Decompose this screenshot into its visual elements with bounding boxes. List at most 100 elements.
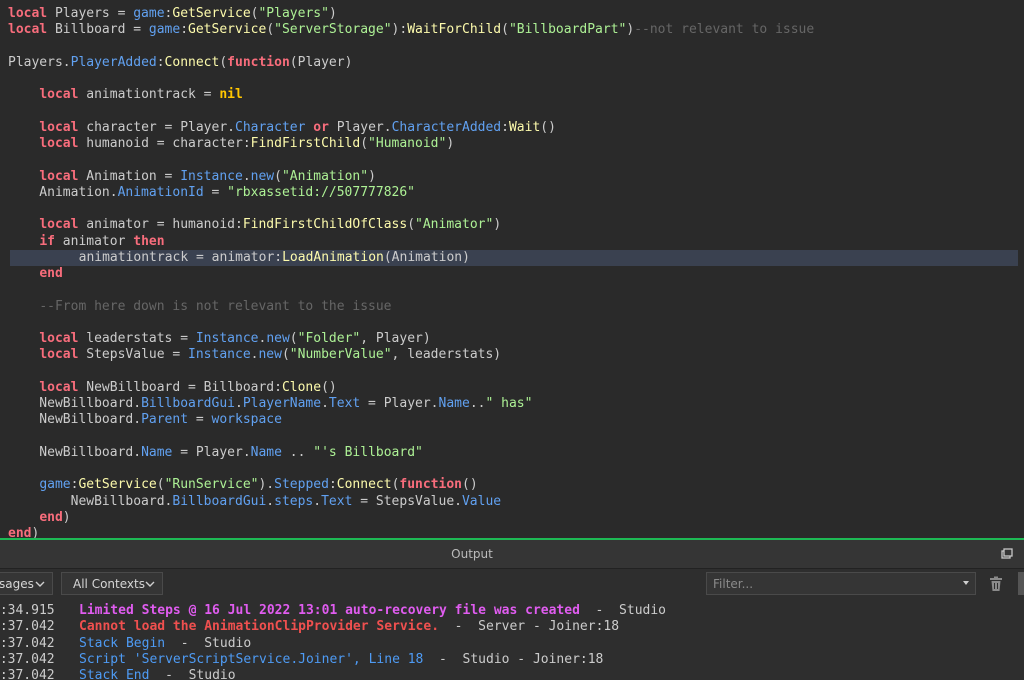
- log-entry[interactable]: 1:37.042 Cannot load the AnimationClipPro…: [0, 619, 1024, 635]
- messages-dropdown[interactable]: sages: [0, 572, 53, 595]
- code-line[interactable]: NewBillboard.Parent = workspace: [0, 412, 1024, 428]
- code-line[interactable]: local animator = humanoid:FindFirstChild…: [0, 217, 1024, 233]
- code-token: ): [368, 168, 376, 184]
- code-line[interactable]: [0, 201, 1024, 217]
- output-toolbar: sages All Contexts: [0, 569, 1024, 599]
- code-line[interactable]: local NewBillboard = Billboard:Clone(): [0, 380, 1024, 396]
- code-token: (): [462, 477, 478, 493]
- log-message-text: Script 'ServerScriptService.Joiner', Lin…: [79, 651, 424, 667]
- code-line[interactable]: [0, 71, 1024, 87]
- code-line[interactable]: [0, 429, 1024, 445]
- code-token: leaderstats =: [78, 331, 196, 346]
- code-token: GetService: [172, 6, 251, 21]
- code-line[interactable]: local character = Player.Character or Pl…: [0, 120, 1024, 136]
- code-line[interactable]: [0, 39, 1024, 55]
- code-token: "Humanoid": [368, 136, 447, 151]
- log-timestamp: 1:37.042: [0, 668, 55, 680]
- code-line[interactable]: [0, 364, 1024, 380]
- code-token: ): [446, 136, 455, 151]
- code-line[interactable]: local Billboard = game:GetService("Serve…: [0, 22, 1024, 38]
- code-line[interactable]: end: [0, 266, 1024, 282]
- code-line[interactable]: end): [0, 510, 1024, 526]
- log-entry[interactable]: 1:37.042 Stack Begin - Studio: [0, 636, 1024, 652]
- code-line[interactable]: end): [0, 526, 1024, 538]
- code-line[interactable]: [0, 282, 1024, 298]
- code-line[interactable]: local StepsValue = Instance.new("NumberV…: [0, 347, 1024, 363]
- log-entry[interactable]: 1:37.042 Script 'ServerScriptService.Join…: [0, 652, 1024, 668]
- code-line[interactable]: local leaderstats = Instance.new("Folder…: [0, 331, 1024, 347]
- code-line[interactable]: [0, 152, 1024, 168]
- code-line[interactable]: [0, 104, 1024, 120]
- code-line[interactable]: local Animation = Instance.new("Animatio…: [0, 169, 1024, 185]
- code-line-text: end: [0, 266, 62, 281]
- code-editor[interactable]: local Players = game:GetService("Players…: [0, 0, 1024, 538]
- code-line[interactable]: NewBillboard.BillboardGui.steps.Text = S…: [0, 494, 1024, 510]
- code-token: ..: [281, 444, 314, 460]
- log-entry[interactable]: 1:34.915 Limited Steps @ 16 Jul 2022 13:0…: [0, 603, 1024, 619]
- code-line[interactable]: if animator then: [0, 234, 1024, 250]
- code-token: Instance: [180, 168, 243, 184]
- trash-icon[interactable]: [988, 576, 1004, 592]
- code-token: .: [234, 396, 243, 411]
- code-token: "RunService": [164, 477, 259, 493]
- code-token: local: [8, 22, 48, 38]
- toolbar-scroll-edge[interactable]: [1018, 572, 1024, 595]
- code-token: end: [8, 526, 32, 538]
- contexts-dropdown[interactable]: All Contexts: [61, 572, 163, 595]
- code-token: Players =: [47, 6, 134, 21]
- code-token: "Animation": [281, 168, 369, 184]
- output-log[interactable]: 1:34.915 Limited Steps @ 16 Jul 2022 13:0…: [0, 603, 1024, 680]
- code-token: local: [39, 119, 79, 135]
- code-line[interactable]: --From here down is not relevant to the …: [0, 299, 1024, 315]
- code-token: LoadAnimation: [282, 249, 384, 265]
- code-token: steps: [274, 493, 314, 509]
- code-token: "rbxassetid://507777826": [227, 184, 415, 200]
- code-token: function: [227, 54, 290, 70]
- code-line[interactable]: local Players = game:GetService("Players…: [0, 6, 1024, 22]
- code-line[interactable]: NewBillboard.Name = Player.Name .. "'s B…: [0, 445, 1024, 461]
- code-token: Connect: [164, 54, 220, 70]
- code-line[interactable]: game:GetService("RunService").Stepped:Co…: [0, 477, 1024, 493]
- code-token: (: [289, 331, 298, 346]
- code-line-text: if animator then: [0, 234, 164, 249]
- code-token: = Player.: [172, 444, 251, 460]
- log-message: Limited Steps @ 16 Jul 2022 13:01 auto-r…: [79, 603, 666, 619]
- code-token: Text: [321, 493, 353, 509]
- dock-toggle-icon[interactable]: [1001, 548, 1013, 560]
- code-line[interactable]: [0, 315, 1024, 331]
- code-line[interactable]: Animation.AnimationId = "rbxassetid://50…: [0, 185, 1024, 201]
- code-line-text: local Players = game:GetService("Players…: [0, 6, 337, 21]
- code-token: NewBillboard = Billboard:: [78, 379, 282, 395]
- filter-caret-icon[interactable]: [962, 580, 970, 586]
- code-line[interactable]: local humanoid = character:FindFirstChil…: [0, 136, 1024, 152]
- log-message-text: Limited Steps @ 16 Jul 2022 13:01 auto-r…: [79, 603, 580, 618]
- chevron-down-icon: [35, 581, 45, 587]
- filter-input[interactable]: [706, 572, 976, 595]
- code-token: "Players": [258, 6, 329, 21]
- code-token: (Player): [289, 54, 353, 70]
- code-line[interactable]: local animationtrack = nil: [0, 87, 1024, 103]
- log-message-text: Cannot load the AnimationClipProvider Se…: [79, 619, 440, 635]
- code-line-text: local animator = humanoid:FindFirstChild…: [0, 217, 501, 232]
- code-line-text: Animation.AnimationId = "rbxassetid://50…: [0, 185, 415, 200]
- log-message-text: Stack End: [79, 668, 150, 680]
- code-line[interactable]: [0, 461, 1024, 477]
- log-entry[interactable]: 1:37.042 Stack End - Studio: [0, 668, 1024, 680]
- code-token: end: [39, 509, 63, 525]
- log-timestamp: 1:34.915: [0, 603, 55, 618]
- code-line-text: local animationtrack = nil: [0, 87, 243, 102]
- code-line-active[interactable]: animationtrack = animator:LoadAnimation(…: [10, 249, 1018, 266]
- code-line-text: end): [0, 509, 70, 525]
- code-line[interactable]: NewBillboard.BillboardGui.PlayerName.Tex…: [0, 396, 1024, 412]
- code-line[interactable]: Players.PlayerAdded:Connect(function(Pla…: [0, 55, 1024, 71]
- code-line-text: --From here down is not relevant to the …: [0, 299, 391, 314]
